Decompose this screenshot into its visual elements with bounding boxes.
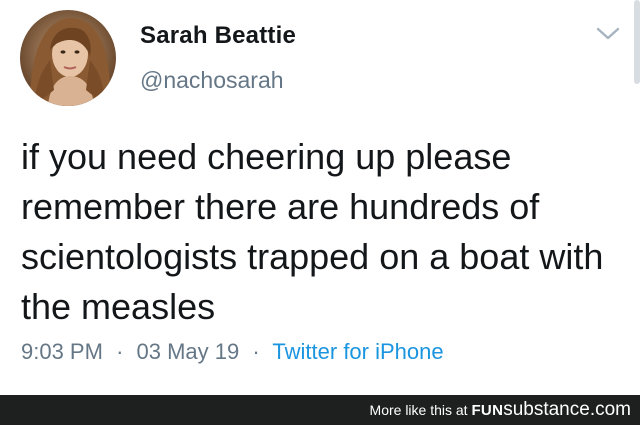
tweet-source-link[interactable]: Twitter for iPhone (272, 339, 443, 364)
display-name[interactable]: Sarah Beattie (140, 22, 296, 50)
tweet-meta: 9:03 PM · 03 May 19 · Twitter for iPhone (21, 339, 444, 365)
footer-text[interactable]: More like this at FUNsubstance.com (369, 399, 631, 420)
avatar[interactable] (20, 10, 116, 106)
separator: · (116, 339, 124, 364)
brand-substance: substance.com (503, 399, 631, 420)
scrollbar[interactable] (634, 0, 640, 84)
user-handle[interactable]: @nachosarah (140, 67, 284, 94)
tweet-text: if you need cheering up please remember … (21, 136, 604, 327)
separator: · (252, 339, 260, 364)
tweet-time[interactable]: 9:03 PM (21, 339, 103, 364)
more-like-this-text: More like this at (369, 402, 468, 418)
tweet-card: Sarah Beattie @nachosarah if you need ch… (0, 0, 640, 395)
avatar-photo-icon (20, 10, 116, 106)
tweet-date[interactable]: 03 May 19 (137, 339, 240, 364)
brand-fun: FUN (471, 402, 504, 419)
watermark-footer: More like this at FUNsubstance.com (0, 395, 640, 425)
chevron-down-icon[interactable] (594, 24, 622, 44)
